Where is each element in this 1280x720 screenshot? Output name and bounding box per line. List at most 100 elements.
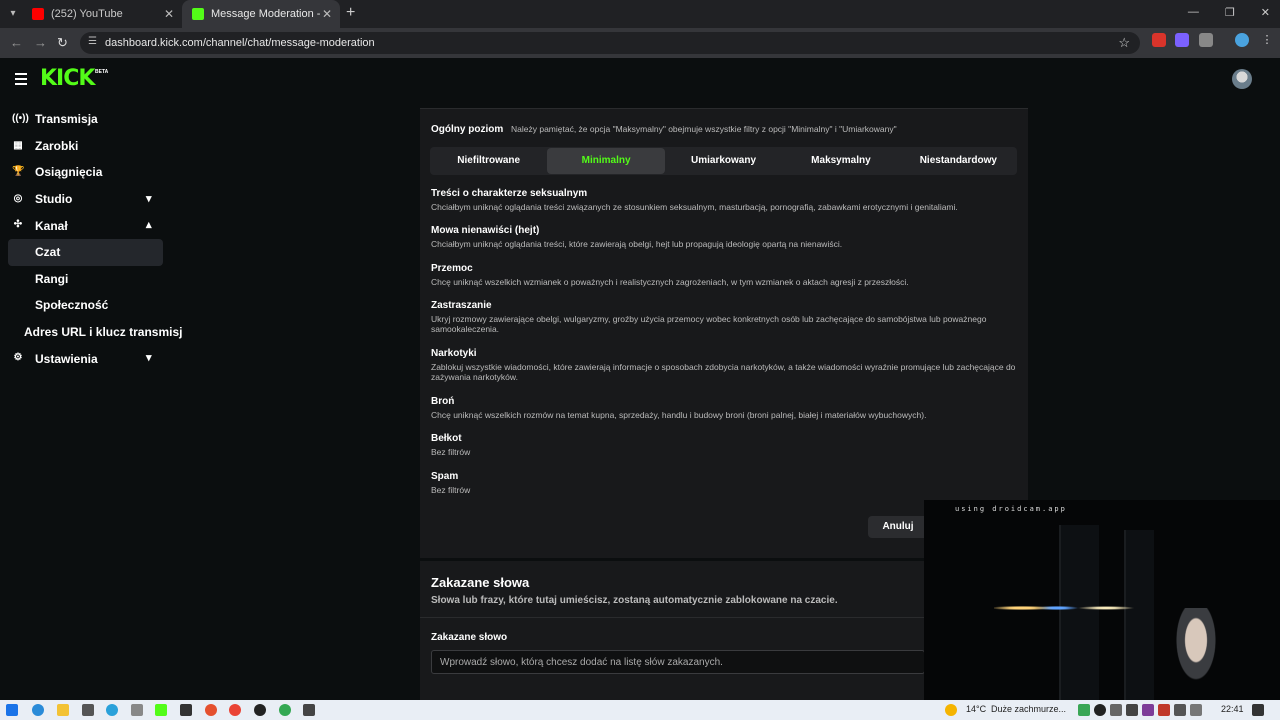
tray-icon[interactable] [1174,704,1186,716]
window-controls: — ❐ ✕ [1188,6,1270,19]
category-title: Narkotyki [431,348,477,359]
sidebar-item-zarobki[interactable]: ▦ Zarobki [0,133,170,160]
section-title: Zakazane słowa [431,575,530,590]
tray-icon[interactable] [1094,704,1106,716]
category-title: Przemoc [431,263,473,274]
forward-icon[interactable]: → [34,35,47,51]
level-option-umiarkowany[interactable]: Umiarkowany [665,147,782,175]
telegram-icon[interactable] [106,704,118,716]
gear-icon: ⚙ [13,352,23,364]
sidebar-item-stream-key[interactable]: Adres URL i klucz transmisj [0,319,183,346]
filter-category: Bełkot Bez filtrów [431,433,1021,457]
cancel-button[interactable]: Anuluj [868,516,928,538]
app-icon[interactable] [131,704,143,716]
broadcast-icon: ((•)) [12,113,29,124]
app-icon[interactable] [205,704,217,716]
reload-icon[interactable]: ↻ [57,35,68,51]
level-option-niestandardowy[interactable]: Niestandardowy [900,147,1017,175]
sidebar: ((•)) Transmisja ▦ Zarobki 🏆 Osiągnięcia… [0,106,183,372]
bookmark-star-icon[interactable]: ☆ [1118,35,1130,51]
url-field[interactable]: ☰ dashboard.kick.com/channel/chat/messag… [80,32,1140,54]
category-title: Mowa nienawiści (hejt) [431,225,540,236]
profile-icon[interactable] [1235,33,1249,47]
tray-icon[interactable] [1142,704,1154,716]
webcam-label: using droidcam.app [955,505,1067,513]
forbidden-words-panel: Zakazane słowa Słowa lub frazy, które tu… [420,561,925,700]
sidebar-item-studio[interactable]: ◎ Studio ▾ [0,186,170,213]
beta-badge: BETA [95,69,109,75]
tray-icon[interactable] [1158,704,1170,716]
level-label: Ogólny poziom [431,124,504,135]
edge-icon[interactable] [32,704,44,716]
chrome-icon[interactable] [229,704,241,716]
sidebar-item-label: Społeczność [35,298,109,313]
sidebar-item-spolecznosc[interactable]: Społeczność [0,292,170,319]
tray-icon[interactable] [1126,704,1138,716]
close-window-icon[interactable]: ✕ [1261,6,1270,19]
sidebar-item-ustawienia[interactable]: ⚙ Ustawienia ▾ [0,345,170,372]
windows-start-icon[interactable] [6,704,18,716]
top-bar: KICK BETA [0,58,1280,98]
tab-kick[interactable]: Message Moderation - Kick Da ✕ [182,0,340,28]
moderation-panel: Ogólny poziom Należy pamiętać, że opcja … [420,108,1028,558]
app-icon[interactable] [180,704,192,716]
avatar[interactable] [1232,69,1252,89]
level-option-niefiltrowane[interactable]: Niefiltrowane [430,147,547,175]
category-title: Bełkot [431,433,462,444]
app-icon[interactable] [303,704,315,716]
back-icon[interactable]: ← [10,35,23,51]
filter-category: Treści o charakterze seksualnym Chciałby… [431,188,1021,212]
extensions-puzzle-icon[interactable] [1199,33,1213,47]
tab-youtube[interactable]: (252) YouTube ✕ [22,0,182,28]
forbidden-word-input[interactable] [431,650,925,674]
kick-app-icon[interactable] [155,704,167,716]
hamburger-icon[interactable] [15,73,27,88]
close-icon[interactable]: ✕ [164,7,174,21]
sidebar-item-label: Kanał [35,218,68,233]
app-icon[interactable] [82,704,94,716]
sidebar-item-label: Rangi [35,271,69,286]
category-title: Broń [431,396,455,407]
file-explorer-icon[interactable] [57,704,69,716]
filter-category: Przemoc Chcę uniknąć wszelkich wzmianek … [431,263,1021,287]
weather-temp: 14°C [966,704,987,714]
weather-icon[interactable] [945,704,957,716]
category-desc: Bez filtrów [431,447,471,457]
close-icon[interactable]: ✕ [322,7,332,21]
chevron-down-icon: ▾ [146,352,152,365]
level-option-minimalny[interactable]: Minimalny [547,148,665,174]
city-lights [994,600,1134,616]
category-desc: Chcę uniknąć wszelkich rozmów na temat k… [431,410,927,420]
extension-icon[interactable] [1152,33,1166,47]
sidebar-item-label: Osiągnięcia [35,165,103,180]
streamer-figure [1166,608,1226,700]
extension-icon[interactable] [1175,33,1189,47]
category-desc: Zablokuj wszystkie wiadomości, które zaw… [431,362,1016,382]
obs-icon[interactable] [254,704,266,716]
kick-logo[interactable]: KICK [40,66,95,91]
restore-icon[interactable]: ❐ [1225,6,1235,19]
sidebar-item-transmisja[interactable]: ((•)) Transmisja [0,106,170,133]
clock: 22:41 [1221,704,1244,714]
field-label: Zakazane słowo [431,632,508,643]
menu-kebab-icon[interactable]: ⋮ [1260,33,1274,47]
sidebar-item-label: Czat [35,245,61,260]
address-bar: ← → ↻ ☰ dashboard.kick.com/channel/chat/… [0,28,1280,58]
level-option-maksymalny[interactable]: Maksymalny [782,147,899,175]
chrome-icon[interactable] [279,704,291,716]
site-info-icon[interactable]: ☰ [88,36,97,47]
new-tab-icon[interactable]: + [346,5,355,21]
filter-category: Zastraszanie Ukryj rozmowy zawierające o… [431,300,1021,334]
sidebar-item-osiagniecia[interactable]: 🏆 Osiągnięcia [0,159,170,186]
minimize-icon[interactable]: — [1188,6,1199,19]
tab-search-icon[interactable]: ▾ [4,5,22,23]
kick-icon [192,8,204,20]
tray-icon[interactable] [1078,704,1090,716]
volume-icon[interactable] [1190,704,1202,716]
sidebar-item-czat[interactable]: Czat [8,238,163,266]
notifications-icon[interactable] [1252,704,1264,716]
level-note: Należy pamiętać, że opcja "Maksymalny" o… [511,124,897,134]
tray-icon[interactable] [1110,704,1122,716]
sidebar-item-rangi[interactable]: Rangi [0,266,170,293]
sidebar-item-kanal[interactable]: ✣ Kanał ▴ [0,212,170,239]
